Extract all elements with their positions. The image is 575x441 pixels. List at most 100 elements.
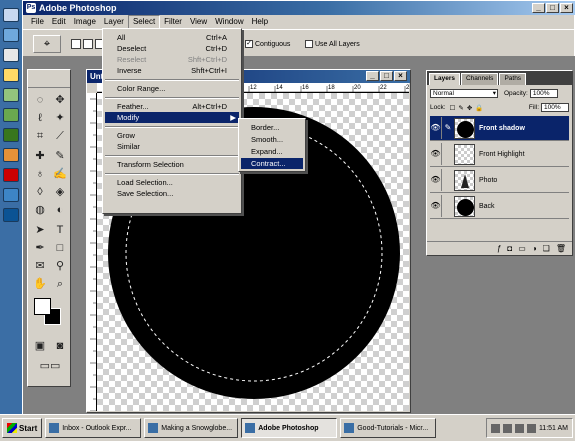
- menu-view[interactable]: View: [186, 16, 211, 28]
- crop-tool-icon[interactable]: ⌗: [32, 128, 48, 144]
- menu-item-transform-selection[interactable]: Transform Selection: [105, 159, 239, 170]
- eraser-tool-icon[interactable]: ◊: [32, 184, 48, 200]
- checkbox-icon[interactable]: [305, 40, 313, 48]
- path-select-icon[interactable]: ➤: [32, 222, 48, 238]
- clone-stamp-icon[interactable]: ♁: [32, 166, 48, 182]
- desktop-icon[interactable]: [3, 28, 19, 42]
- task-button-snowglobe[interactable]: Making a Snowglobe...: [144, 418, 239, 438]
- menu-layer[interactable]: Layer: [100, 16, 128, 28]
- screen-mode-icon[interactable]: ▭▭: [38, 358, 62, 374]
- doc-close-button[interactable]: ×: [394, 71, 407, 81]
- submenu-item-contract[interactable]: Contract...: [241, 158, 303, 169]
- notes-tool-icon[interactable]: ✉: [32, 258, 48, 274]
- layer-row[interactable]: 👁 Back: [430, 194, 569, 219]
- menu-help[interactable]: Help: [248, 16, 272, 28]
- magic-wand-tool-preset-icon[interactable]: ⌖: [33, 35, 61, 53]
- speaker-icon[interactable]: [526, 423, 536, 433]
- eye-icon[interactable]: 👁: [430, 195, 442, 217]
- submenu-item-expand[interactable]: Expand...: [241, 146, 303, 157]
- desktop-icon[interactable]: [3, 128, 19, 142]
- task-button-good-tutorials[interactable]: Good-Tutorials - Micr...: [340, 418, 437, 438]
- menu-item-modify[interactable]: Modify ▶: [105, 112, 239, 123]
- eye-icon[interactable]: 👁: [430, 143, 442, 165]
- shape-tool-icon[interactable]: □: [52, 240, 68, 256]
- desktop-icon[interactable]: [3, 148, 19, 162]
- dodge-tool-icon[interactable]: ◐: [52, 202, 68, 218]
- menu-item-all[interactable]: All Ctrl+A: [105, 32, 239, 43]
- new-selection-icon[interactable]: [71, 39, 81, 49]
- menu-item-color-range[interactable]: Color Range...: [105, 83, 239, 94]
- menu-item-deselect[interactable]: Deselect Ctrl+D: [105, 43, 239, 54]
- menu-item-feather[interactable]: Feather... Alt+Ctrl+D: [105, 101, 239, 112]
- menu-filter[interactable]: Filter: [160, 16, 186, 28]
- desktop-icon[interactable]: [3, 208, 19, 222]
- doc-minimize-button[interactable]: _: [366, 71, 379, 81]
- fill-field[interactable]: 100%: [541, 103, 569, 112]
- eye-icon[interactable]: 👁: [430, 117, 442, 139]
- menu-image[interactable]: Image: [70, 16, 100, 28]
- quick-mask-on-icon[interactable]: ◙: [52, 338, 68, 354]
- menu-item-inverse[interactable]: Inverse Shft+Ctrl+I: [105, 65, 239, 76]
- magic-wand-tool-icon[interactable]: ✦: [52, 110, 68, 126]
- minimize-button[interactable]: _: [532, 3, 545, 13]
- layer-row[interactable]: 👁 Front Highlight: [430, 142, 569, 167]
- submenu-item-border[interactable]: Border...: [241, 122, 303, 133]
- menu-item-similar[interactable]: Similar: [105, 141, 239, 152]
- history-brush-icon[interactable]: ✍: [52, 166, 68, 182]
- layer-row[interactable]: 👁 Photo: [430, 168, 569, 193]
- menu-item-reselect[interactable]: Reselect Shft+Ctrl+D: [105, 54, 239, 65]
- menu-window[interactable]: Window: [211, 16, 247, 28]
- pen-tool-icon[interactable]: ✒: [32, 240, 48, 256]
- foreground-color-swatch[interactable]: [34, 298, 51, 315]
- tray-icon[interactable]: [502, 423, 512, 433]
- set-icon[interactable]: ▭: [518, 244, 526, 253]
- desktop-icon[interactable]: [3, 108, 19, 122]
- layer-style-icon[interactable]: ƒ: [497, 244, 501, 253]
- tab-channels[interactable]: Channels: [460, 73, 499, 85]
- zoom-tool-icon[interactable]: ⌕: [52, 276, 68, 292]
- start-button[interactable]: Start: [2, 418, 43, 438]
- blend-mode-select[interactable]: Normal ▾: [430, 89, 498, 98]
- use-all-layers-option[interactable]: Use All Layers: [305, 40, 360, 48]
- quick-mask-off-icon[interactable]: ▣: [32, 338, 48, 354]
- tab-layers[interactable]: Layers: [429, 73, 460, 85]
- desktop-icon[interactable]: [3, 8, 19, 22]
- contiguous-option[interactable]: ✓ Contiguous: [245, 40, 290, 48]
- doc-maximize-button[interactable]: □: [380, 71, 393, 81]
- desktop-icon[interactable]: [3, 48, 19, 62]
- marquee-tool-icon[interactable]: ◌: [32, 92, 48, 108]
- menu-item-load-selection[interactable]: Load Selection...: [105, 177, 239, 188]
- blur-tool-icon[interactable]: ◍: [32, 202, 48, 218]
- healing-brush-icon[interactable]: ✚: [32, 148, 48, 164]
- add-selection-icon[interactable]: [83, 39, 93, 49]
- eyedropper-tool-icon[interactable]: ⚲: [52, 258, 68, 274]
- lasso-tool-icon[interactable]: ℓ: [32, 110, 48, 126]
- lock-icons[interactable]: ☐✎✥🔒: [450, 104, 487, 112]
- tab-paths[interactable]: Paths: [499, 73, 527, 85]
- checkbox-checked-icon[interactable]: ✓: [245, 40, 253, 48]
- maximize-button[interactable]: □: [546, 3, 559, 13]
- submenu-item-smooth[interactable]: Smooth...: [241, 134, 303, 145]
- new-layer-icon[interactable]: ❑: [543, 244, 550, 253]
- desktop-icon[interactable]: [3, 188, 19, 202]
- trash-icon[interactable]: 🗑: [556, 244, 566, 253]
- close-button[interactable]: ×: [560, 3, 573, 13]
- type-tool-icon[interactable]: T: [52, 222, 68, 238]
- move-tool-icon[interactable]: ✥: [52, 92, 68, 108]
- task-button-photoshop[interactable]: Adobe Photoshop: [241, 418, 338, 438]
- opacity-field[interactable]: 100%: [529, 89, 558, 98]
- gradient-tool-icon[interactable]: ◈: [52, 184, 68, 200]
- menu-item-grow[interactable]: Grow: [105, 130, 239, 141]
- desktop-icon[interactable]: [3, 168, 19, 182]
- menu-edit[interactable]: Edit: [48, 16, 70, 28]
- adjustment-icon[interactable]: ◑: [532, 244, 537, 253]
- menu-select[interactable]: Select: [127, 15, 161, 29]
- slice-tool-icon[interactable]: ⟋: [52, 128, 68, 144]
- desktop-icon[interactable]: [3, 88, 19, 102]
- desktop-icon[interactable]: [3, 68, 19, 82]
- tray-icon[interactable]: [490, 423, 500, 433]
- layer-row[interactable]: 👁 ✎ Front shadow: [430, 116, 569, 141]
- mask-icon[interactable]: ◘: [507, 244, 512, 253]
- menu-file[interactable]: File: [27, 16, 48, 28]
- eye-icon[interactable]: 👁: [430, 169, 442, 191]
